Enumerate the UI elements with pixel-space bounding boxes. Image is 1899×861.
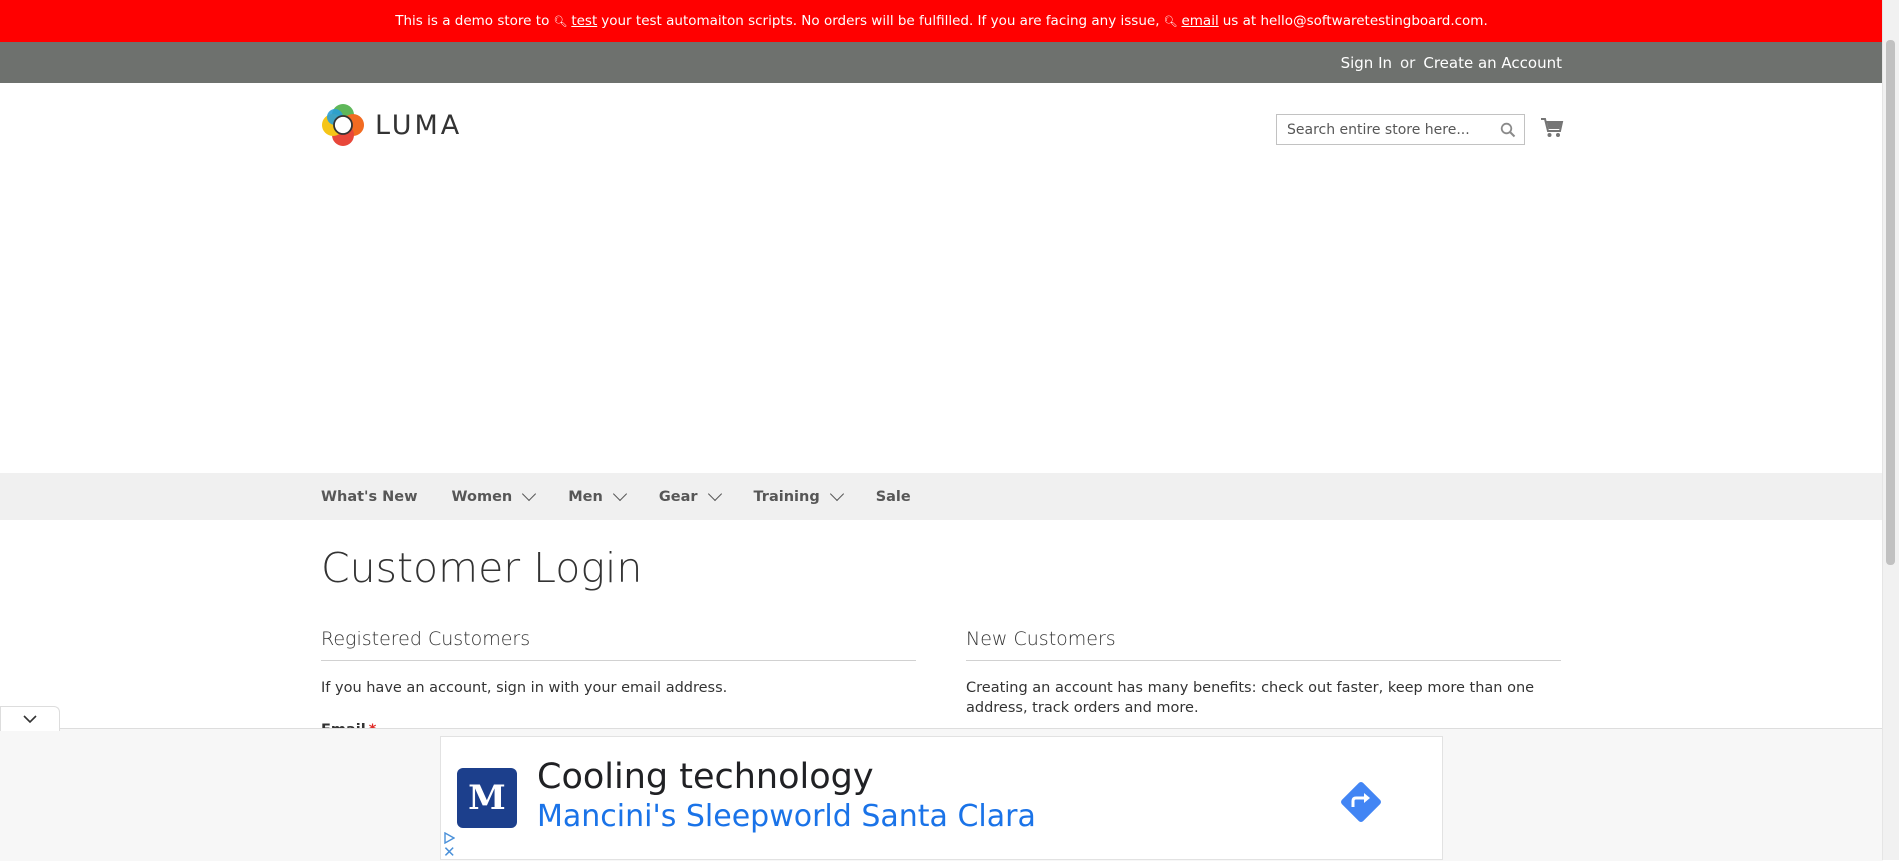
chevron-down-icon [829,486,844,502]
demo-notice-bar: This is a demo store to 🔍︎ test your tes… [0,0,1883,42]
search-small-icon: 🔍︎ [1163,14,1178,28]
demo-email-link[interactable]: email [1181,13,1218,29]
nav-item-women[interactable]: Women [451,486,537,505]
new-customers-text: Creating an account has many benefits: c… [966,680,1535,716]
sign-in-link[interactable]: Sign In [1341,54,1392,72]
close-icon[interactable]: ✕ [443,844,456,860]
ad-card[interactable]: M Cooling technology Mancini's Sleepworl… [440,736,1443,860]
demo-notice-text-middle: your test automaiton scripts. No orders … [601,13,1160,29]
nav-item-training[interactable]: Training [753,486,844,505]
registered-customers-text: If you have an account, sign in with you… [321,680,728,696]
nav-item-label: What's New [321,488,418,505]
chevron-down-icon [522,486,537,502]
create-account-link[interactable]: Create an Account [1423,54,1562,72]
search-icon[interactable] [1500,122,1516,142]
chevron-down-icon [612,486,627,502]
demo-notice-text-before: This is a demo store to [395,13,550,29]
search-small-icon: 🔍︎ [553,14,568,28]
page-title: Customer Login [321,544,643,592]
demo-test-link[interactable]: test [571,13,597,29]
cart-icon[interactable] [1540,117,1564,143]
nav-item-men[interactable]: Men [568,486,627,505]
registered-customers-title: Registered Customers [321,628,916,661]
ad-collapse-toggle[interactable] [0,706,60,731]
new-customers-block: New Customers Creating an account has ma… [966,628,1561,718]
directions-icon[interactable] [1336,777,1386,831]
logo-text: LUMA [375,109,463,141]
nav-item-label: Sale [875,488,911,505]
nav-item-whats-new[interactable]: What's New [321,489,418,505]
advertiser-logo[interactable]: M [457,768,517,828]
search-input[interactable] [1277,115,1507,144]
new-customers-title: New Customers [966,628,1561,661]
page-scrollbar[interactable] [1882,0,1899,860]
account-bar: Sign In or Create an Account [0,42,1883,83]
chevron-down-icon [23,715,37,724]
ad-advertiser-link[interactable]: Mancini's Sleepworld Santa Clara [537,799,1036,834]
chevron-down-icon [707,486,722,502]
demo-notice-text-after: us at hello@softwaretestingboard.com. [1222,13,1488,29]
site-logo[interactable]: LUMA [321,103,462,147]
advertiser-logo-letter: M [468,778,506,818]
nav-item-sale[interactable]: Sale [876,489,911,505]
scrollbar-thumb[interactable] [1886,40,1895,565]
nav-item-label: Gear [658,488,698,505]
search-box [1276,114,1525,145]
main-navigation: What's New Women Men Gear Training Sale [0,473,1883,520]
luma-logo-icon [322,104,364,146]
ad-headline[interactable]: Cooling technology [537,757,874,797]
registered-customers-block: Registered Customers If you have an acco… [321,628,916,698]
nav-item-label: Women [451,488,513,505]
nav-item-label: Training [753,488,820,505]
or-separator: or [1400,53,1416,72]
nav-item-gear[interactable]: Gear [658,486,722,505]
nav-item-label: Men [568,488,603,505]
